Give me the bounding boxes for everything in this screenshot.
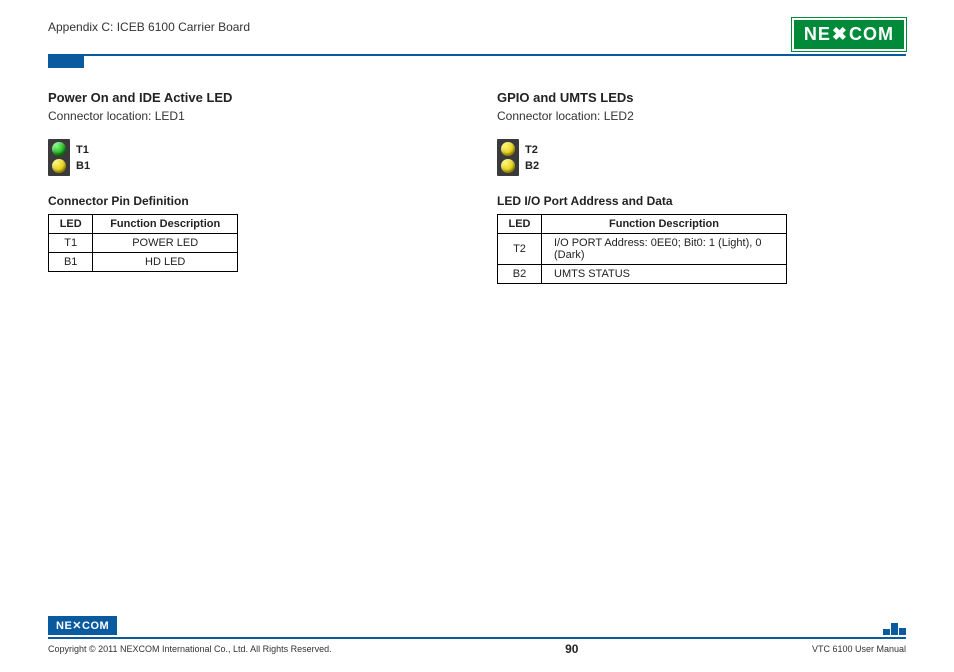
nexcom-logo-small: NE✕COM <box>48 616 117 635</box>
led-label-t1: T1 <box>76 144 90 156</box>
led1-diagram: T1 B1 <box>48 139 457 176</box>
table-row: T2 I/O PORT Address: 0EE0; Bit0: 1 (Ligh… <box>498 234 787 265</box>
logo-text-right: COM <box>849 24 894 45</box>
led-t1-icon <box>52 142 66 156</box>
section-subtitle: Connector location: LED1 <box>48 109 457 123</box>
th-func: Function Description <box>542 215 787 234</box>
table-row: T1 POWER LED <box>49 234 238 253</box>
connector-subhead: Connector Pin Definition <box>48 194 457 208</box>
led-label-t2: T2 <box>525 144 539 156</box>
th-led: LED <box>49 215 93 234</box>
page-number: 90 <box>565 642 578 656</box>
section-gpio-umts-led: GPIO and UMTS LEDs Connector location: L… <box>497 90 906 284</box>
th-led: LED <box>498 215 542 234</box>
logo-x-icon: ✖ <box>832 24 848 45</box>
led-housing <box>497 139 519 176</box>
section-title: Power On and IDE Active LED <box>48 90 457 105</box>
connector-table-led2: LED Function Description T2 I/O PORT Add… <box>497 214 787 284</box>
io-subhead: LED I/O Port Address and Data <box>497 194 906 208</box>
led2-diagram: T2 B2 <box>497 139 906 176</box>
connector-table-led1: LED Function Description T1 POWER LED B1… <box>48 214 238 272</box>
logo-text-left: NE <box>804 24 831 45</box>
section-title: GPIO and UMTS LEDs <box>497 90 906 105</box>
appendix-title: Appendix C: ICEB 6100 Carrier Board <box>48 18 250 34</box>
nexcom-logo: NE✖COM <box>792 18 906 51</box>
led-label-b2: B2 <box>525 160 539 172</box>
page-footer: NE✕COM Copyright © 2011 NEXCOM Internati… <box>48 616 906 656</box>
th-func: Function Description <box>93 215 238 234</box>
copyright-text: Copyright © 2011 NEXCOM International Co… <box>48 644 332 654</box>
table-row: B1 HD LED <box>49 253 238 272</box>
led-housing <box>48 139 70 176</box>
table-row: B2 UMTS STATUS <box>498 265 787 284</box>
header-rule <box>48 54 906 56</box>
footer-decoration-icon <box>883 623 906 635</box>
led-b1-icon <box>52 159 66 173</box>
section-subtitle: Connector location: LED2 <box>497 109 906 123</box>
led-b2-icon <box>501 159 515 173</box>
page-header: Appendix C: ICEB 6100 Carrier Board NE✖C… <box>48 18 906 52</box>
section-power-ide-led: Power On and IDE Active LED Connector lo… <box>48 90 457 284</box>
led-t2-icon <box>501 142 515 156</box>
doc-title: VTC 6100 User Manual <box>812 644 906 654</box>
led-label-b1: B1 <box>76 160 90 172</box>
